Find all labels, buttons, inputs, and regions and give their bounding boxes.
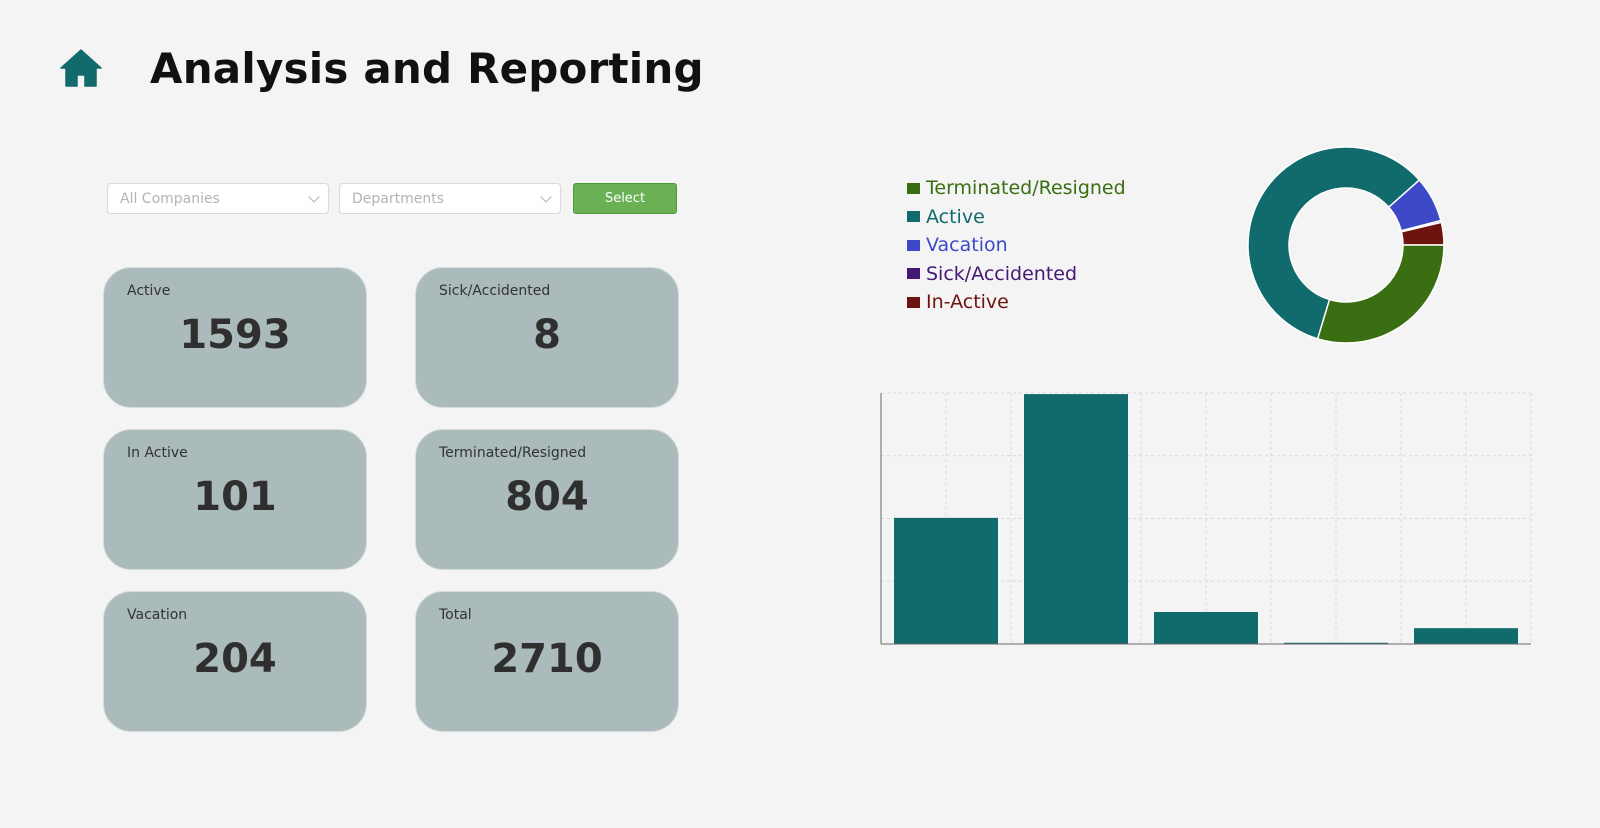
legend-item[interactable]: Vacation	[907, 231, 1126, 260]
card-value: 2710	[491, 636, 603, 682]
bar[interactable]	[894, 517, 998, 644]
card-value: 101	[193, 474, 277, 520]
filter-bar: All Companies Departments Select	[107, 183, 677, 214]
donut-slice[interactable]	[1316, 244, 1445, 344]
card-value: 804	[505, 474, 589, 520]
page-header: Analysis and Reporting	[58, 38, 704, 98]
home-button[interactable]	[58, 45, 104, 91]
legend-label: Active	[926, 205, 985, 228]
card-label: Sick/Accidented	[439, 283, 551, 299]
legend-label: Sick/Accidented	[926, 262, 1078, 285]
stat-card-terminated: Terminated/Resigned 804	[415, 429, 679, 570]
legend-swatch	[907, 211, 920, 223]
legend-swatch	[907, 268, 920, 280]
company-select[interactable]: All Companies	[107, 183, 329, 214]
card-value: 8	[533, 312, 561, 358]
stat-card-sick: Sick/Accidented 8	[415, 267, 679, 408]
stat-card-active: Active 1593	[103, 267, 367, 408]
card-label: Active	[127, 283, 171, 299]
company-select-placeholder: All Companies	[120, 190, 220, 207]
chart-legend: Terminated/Resigned Active Vacation Sick/Ac…	[907, 174, 1126, 317]
home-icon	[60, 49, 102, 87]
legend-item[interactable]: Sick/Accidented	[907, 260, 1126, 289]
legend-item[interactable]: In-Active	[907, 288, 1126, 317]
card-value: 204	[193, 636, 277, 682]
legend-label: Vacation	[926, 234, 1008, 257]
bar[interactable]	[1414, 628, 1518, 644]
legend-item[interactable]: Active	[907, 203, 1126, 232]
legend-label: Terminated/Resigned	[926, 177, 1126, 200]
legend-swatch	[907, 239, 920, 251]
chevron-down-icon	[540, 190, 552, 203]
chevron-down-icon	[308, 190, 320, 203]
stat-card-vacation: Vacation 204	[103, 591, 367, 732]
stat-card-inactive: In Active 101	[103, 429, 367, 570]
legend-item[interactable]: Terminated/Resigned	[907, 174, 1126, 203]
legend-label: In-Active	[926, 291, 1009, 314]
card-value: 1593	[179, 312, 291, 358]
stat-card-total: Total 2710	[415, 591, 679, 732]
select-button[interactable]: Select	[573, 183, 677, 214]
card-label: In Active	[127, 445, 188, 461]
page-title: Analysis and Reporting	[150, 43, 704, 93]
stat-cards: Active 1593 Sick/Accidented 8 In Active …	[103, 267, 679, 732]
bar[interactable]	[1154, 611, 1258, 644]
card-label: Vacation	[127, 607, 188, 623]
bar[interactable]	[1024, 394, 1128, 644]
legend-swatch	[907, 182, 920, 194]
status-donut-chart	[1247, 146, 1445, 344]
legend-swatch	[907, 296, 920, 308]
card-label: Terminated/Resigned	[439, 445, 587, 461]
status-bar-chart	[880, 392, 1532, 645]
department-select-placeholder: Departments	[352, 190, 445, 207]
card-label: Total	[439, 607, 472, 623]
department-select[interactable]: Departments	[339, 183, 561, 214]
